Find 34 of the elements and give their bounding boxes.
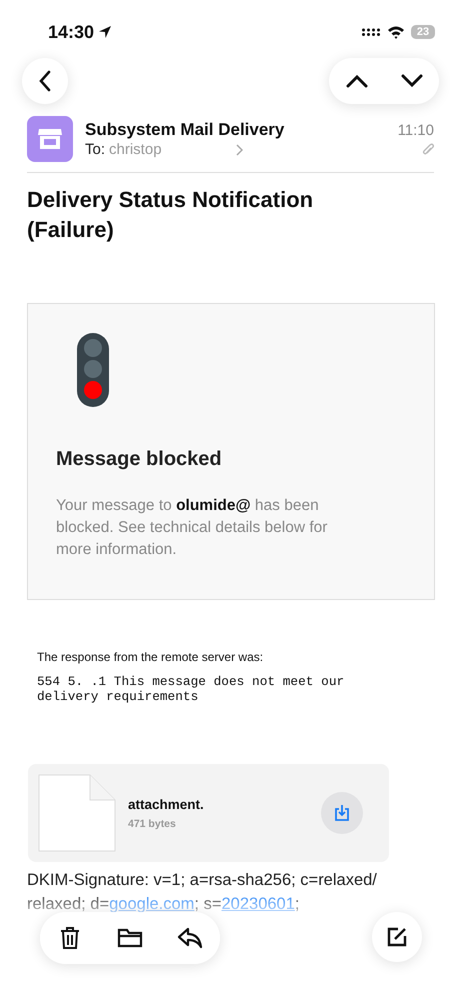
wifi-icon — [387, 25, 405, 39]
cellular-signal-icon — [361, 28, 381, 36]
recipient-address[interactable]: christop — [109, 141, 162, 158]
attachment-size: 471 bytes — [128, 818, 177, 830]
battery-indicator: 23 — [411, 25, 435, 39]
chevron-down-icon — [400, 74, 422, 88]
reply-icon — [177, 927, 203, 949]
sender-name: Subsystem Mail Delivery — [85, 120, 286, 140]
status-time: 14:30 — [48, 22, 94, 42]
compose-button[interactable] — [372, 912, 422, 962]
message-time: 11:10 — [398, 122, 434, 138]
traffic-light-icon — [76, 332, 110, 408]
compose-icon — [386, 926, 408, 948]
chevron-right-icon — [236, 144, 243, 156]
chevron-up-icon — [346, 74, 368, 88]
link[interactable]: google.com — [109, 895, 194, 913]
response-intro: The response from the remote server was: — [37, 650, 264, 664]
download-icon — [334, 804, 350, 822]
notice-title: Message blocked — [56, 448, 223, 471]
file-icon — [38, 774, 116, 852]
server-response-code: 554 5. .1 This message does not meet our delivery requirements — [37, 674, 346, 704]
chevron-left-icon — [38, 70, 52, 92]
folder-icon — [117, 928, 143, 948]
notice-text: Your message to olumide@ has been blocked. See technical details below for more information. — [56, 496, 328, 560]
recipient-label: To: — [85, 141, 106, 158]
download-button[interactable] — [321, 792, 363, 834]
storefront-icon — [37, 128, 63, 150]
location-arrow-icon — [98, 25, 112, 39]
link[interactable]: 20230601 — [221, 895, 295, 913]
trash-icon — [60, 926, 80, 950]
email-subject: Delivery Status Notification (Failure) — [27, 186, 314, 244]
back-button[interactable] — [22, 58, 68, 104]
attachment-name: attachment. — [128, 796, 205, 812]
dkim-signature-text: DKIM-Signature: v=1; a=rsa-sha256; c=relaxed/ relaxed; d=google.com; s=20230601; — [27, 870, 378, 915]
